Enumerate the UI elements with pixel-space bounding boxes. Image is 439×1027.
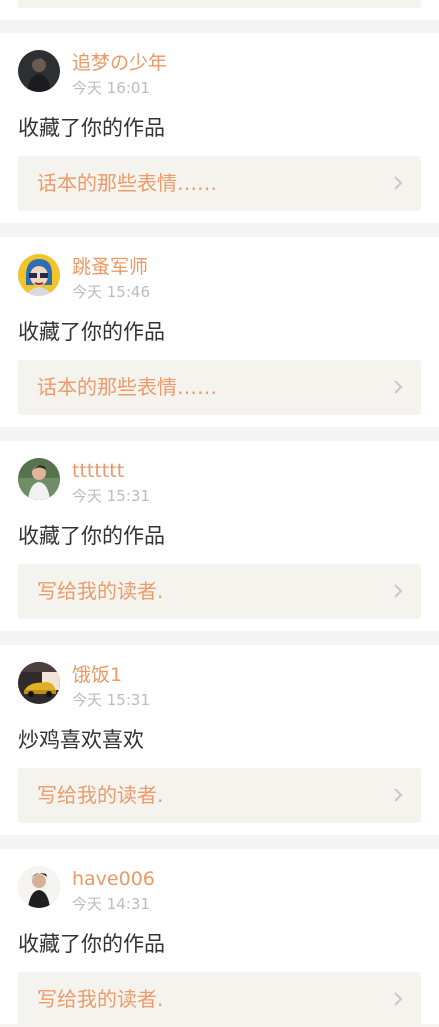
work-title: 写给我的读者. <box>37 783 164 807</box>
username[interactable]: 跳蚤军师 <box>72 255 148 279</box>
notification-message: 收藏了你的作品 <box>18 116 165 140</box>
timestamp: 今天 15:46 <box>72 283 150 301</box>
chevron-right-icon <box>393 991 403 1007</box>
work-link[interactable]: 写给我的读者. <box>18 768 421 823</box>
work-title: 话本的那些表情…… <box>37 375 217 399</box>
timestamp: 今天 16:01 <box>72 79 150 97</box>
timestamp: 今天 14:31 <box>72 895 150 913</box>
chevron-right-icon <box>393 583 403 599</box>
username[interactable]: 饿饭1 <box>72 663 122 687</box>
chevron-right-icon <box>393 379 403 395</box>
avatar-man-portrait-icon[interactable] <box>18 866 60 908</box>
work-title: 话本的那些表情…… <box>37 171 217 195</box>
username[interactable]: 追梦の少年 <box>72 51 167 75</box>
previous-work-link-peek[interactable] <box>18 0 421 8</box>
username[interactable]: ttttttt <box>72 459 124 483</box>
avatar-yellow-car-icon[interactable] <box>18 662 60 704</box>
notification-card: ttttttt 今天 15:31 收藏了你的作品 写给我的读者. <box>0 441 439 631</box>
notification-message: 收藏了你的作品 <box>18 320 165 344</box>
notification-card: 追梦の少年 今天 16:01 收藏了你的作品 话本的那些表情…… <box>0 33 439 223</box>
notification-message: 收藏了你的作品 <box>18 932 165 956</box>
work-link[interactable]: 写给我的读者. <box>18 972 421 1027</box>
avatar-outdoor-man-icon[interactable] <box>18 458 60 500</box>
timestamp: 今天 15:31 <box>72 487 150 505</box>
work-link[interactable]: 话本的那些表情…… <box>18 156 421 211</box>
previous-card-peek <box>0 0 439 20</box>
work-link[interactable]: 写给我的读者. <box>18 564 421 619</box>
notification-message: 收藏了你的作品 <box>18 524 165 548</box>
avatar-cartoon-girl-icon[interactable] <box>18 254 60 296</box>
chevron-right-icon <box>393 175 403 191</box>
notification-card: 跳蚤军师 今天 15:46 收藏了你的作品 话本的那些表情…… <box>0 237 439 427</box>
work-link[interactable]: 话本的那些表情…… <box>18 360 421 415</box>
username[interactable]: have006 <box>72 867 155 891</box>
notification-card: 饿饭1 今天 15:31 炒鸡喜欢喜欢 写给我的读者. <box>0 645 439 835</box>
chevron-right-icon <box>393 787 403 803</box>
work-title: 写给我的读者. <box>37 987 164 1011</box>
avatar-dark-portrait-icon[interactable] <box>18 50 60 92</box>
timestamp: 今天 15:31 <box>72 691 150 709</box>
notification-message: 炒鸡喜欢喜欢 <box>18 728 144 752</box>
notification-card: have006 今天 14:31 收藏了你的作品 写给我的读者. <box>0 849 439 1027</box>
work-title: 写给我的读者. <box>37 579 164 603</box>
